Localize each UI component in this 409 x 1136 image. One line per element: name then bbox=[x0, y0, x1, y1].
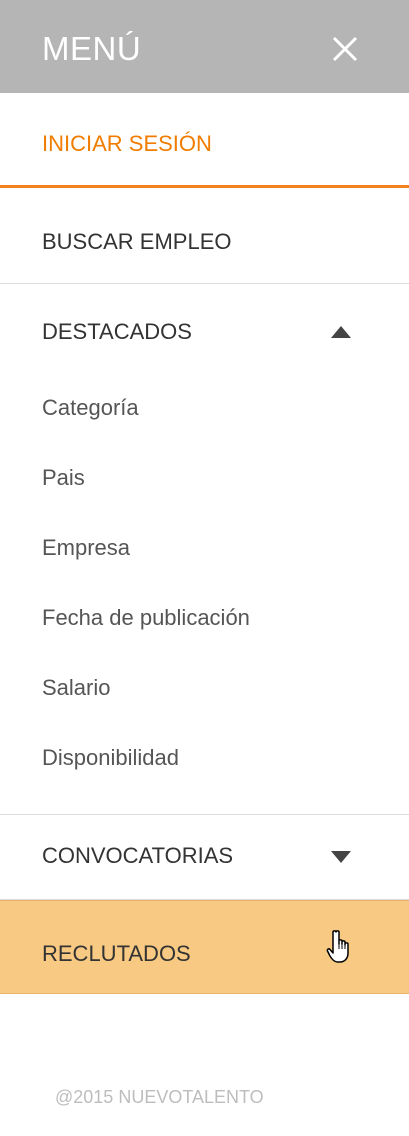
featured-label: DESTACADOS bbox=[42, 319, 192, 344]
hand-pointer-icon bbox=[326, 930, 349, 963]
menu-header: MENÚ bbox=[0, 0, 409, 93]
login-label: INICIAR SESIÓN bbox=[42, 131, 212, 156]
recruited-menu-item[interactable]: RECLUTADOS bbox=[0, 900, 409, 994]
close-icon bbox=[332, 36, 358, 62]
triangle-up-icon bbox=[331, 326, 351, 338]
search-jobs-menu-item[interactable]: BUSCAR EMPLEO bbox=[0, 188, 409, 284]
copyright-footer: @2015 NUEVOTALENTO bbox=[55, 1087, 264, 1107]
submenu-item-empresa[interactable]: Empresa bbox=[42, 535, 130, 561]
recruited-label: RECLUTADOS bbox=[42, 941, 191, 966]
login-menu-item[interactable]: INICIAR SESIÓN bbox=[0, 93, 409, 188]
menu-title: MENÚ bbox=[42, 30, 142, 67]
submenu-item-pais[interactable]: Pais bbox=[42, 465, 85, 491]
submenu-item-salario[interactable]: Salario bbox=[42, 675, 110, 701]
triangle-down-icon bbox=[331, 851, 351, 863]
submenu-item-fecha[interactable]: Fecha de publicación bbox=[42, 605, 250, 631]
close-button[interactable] bbox=[326, 30, 364, 68]
search-jobs-label: BUSCAR EMPLEO bbox=[42, 229, 232, 254]
submenu-item-disponibilidad[interactable]: Disponibilidad bbox=[42, 745, 179, 771]
featured-menu-item[interactable]: DESTACADOS bbox=[0, 284, 409, 378]
submenu-item-categoria[interactable]: Categoría bbox=[42, 395, 139, 421]
calls-label: CONVOCATORIAS bbox=[42, 843, 234, 868]
calls-menu-item[interactable]: CONVOCATORIAS bbox=[0, 815, 409, 900]
